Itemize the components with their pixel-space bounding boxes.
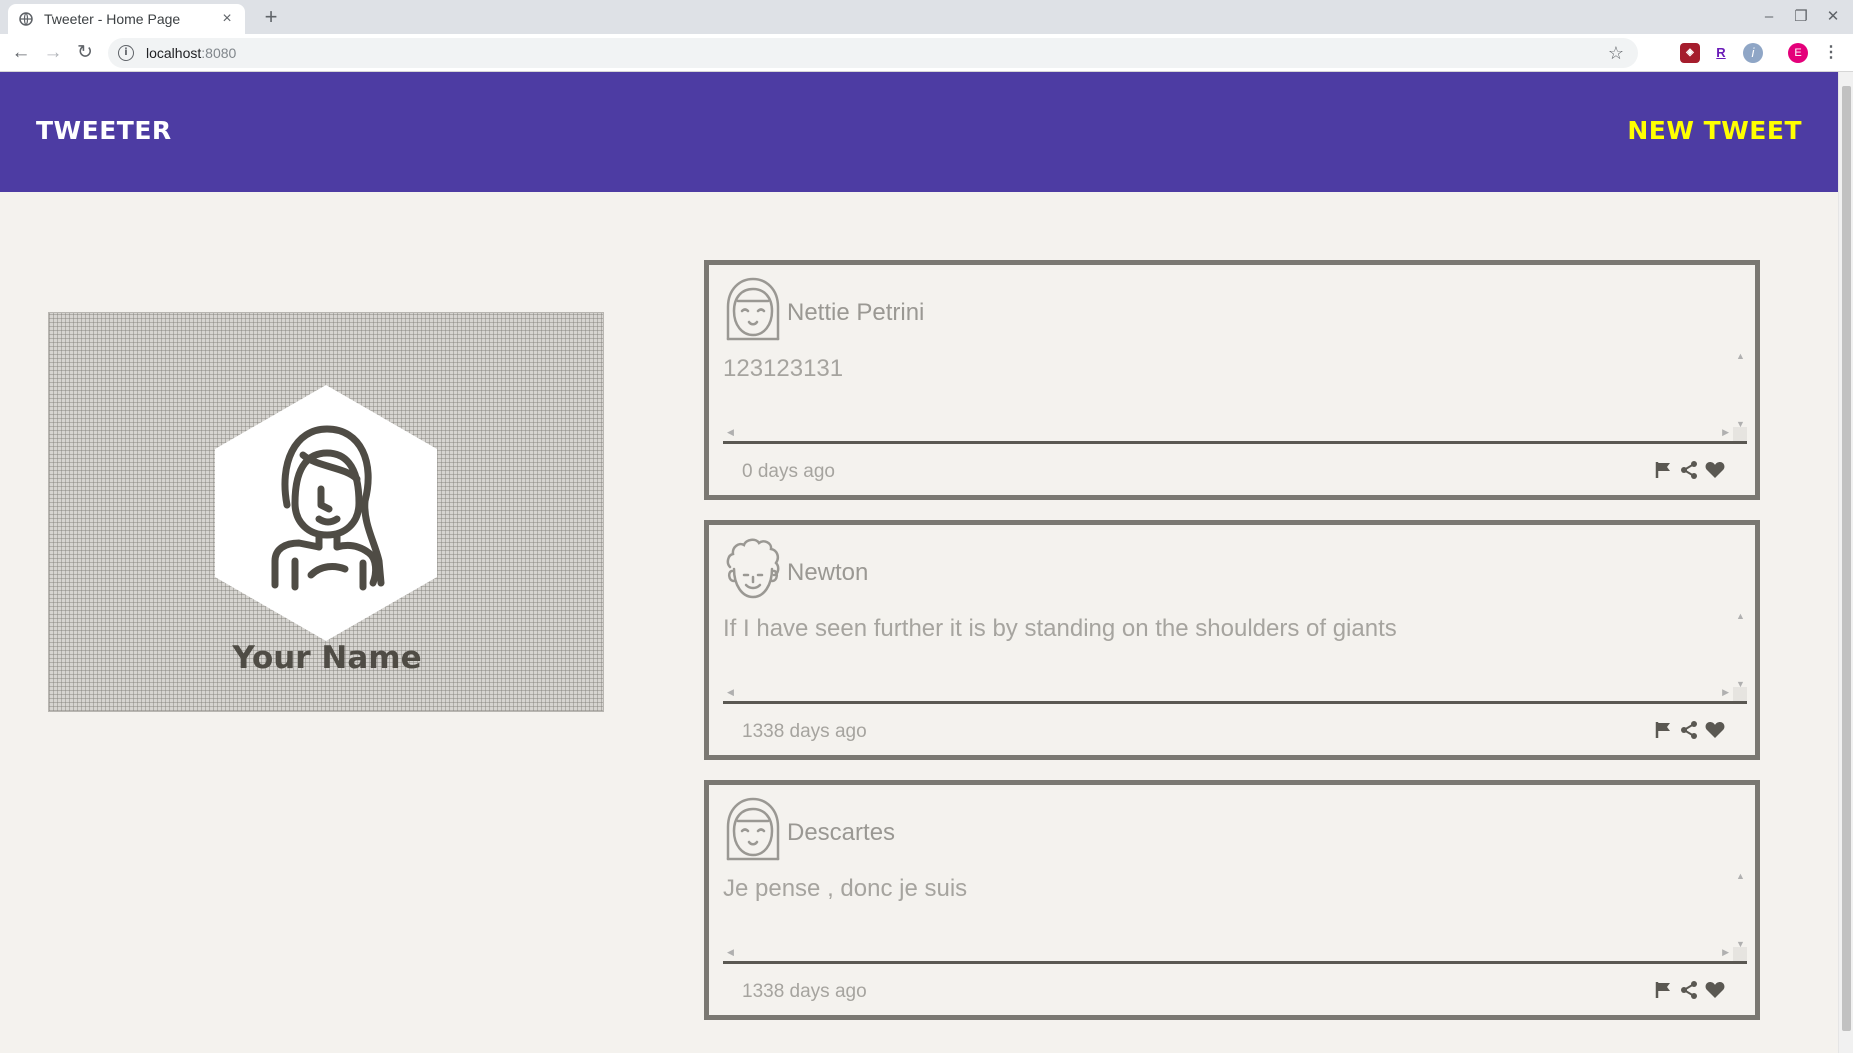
restore-icon[interactable]: ❐ <box>1790 6 1812 28</box>
site-info-icon[interactable]: i <box>118 45 134 61</box>
browser-tabstrip: Tweeter - Home Page × + – ❐ ✕ <box>0 0 1853 34</box>
tweet-text-area[interactable]: 123123131 ▲ ▼ ◀ ▶ <box>723 349 1747 444</box>
tweet-text: If I have seen further it is by standing… <box>723 615 1397 642</box>
tab-title: Tweeter - Home Page <box>44 11 181 27</box>
ublock-extension-icon[interactable]: ◈ <box>1680 43 1700 63</box>
globe-icon <box>18 11 34 27</box>
tweet-text-area[interactable]: Je pense , donc je suis ▲ ▼ ◀ ▶ <box>723 869 1747 964</box>
tweet-text-area[interactable]: If I have seen further it is by standing… <box>723 609 1747 704</box>
horizontal-scrollbar[interactable]: ◀ ▶ <box>723 687 1733 701</box>
tweet-text: 123123131 <box>723 355 844 382</box>
tweet-actions <box>1653 979 1725 1001</box>
scroll-corner <box>1733 427 1747 441</box>
tweet-text: Je pense , donc je suis <box>723 875 968 902</box>
flag-icon[interactable] <box>1653 459 1673 481</box>
scroll-corner <box>1733 687 1747 701</box>
reload-icon[interactable]: ↻ <box>73 41 97 65</box>
tweet-author: Newton <box>787 559 869 586</box>
profile-name: Your Name <box>232 640 422 676</box>
profile-avatar-icon[interactable]: E <box>1788 43 1808 63</box>
close-tab-icon[interactable]: × <box>219 11 235 27</box>
bookmark-star-icon[interactable]: ☆ <box>1608 43 1624 64</box>
tweet-card: Nettie Petrini 123123131 ▲ ▼ ◀ ▶ 0 days ag… <box>704 260 1760 500</box>
minimize-icon[interactable]: – <box>1758 6 1780 28</box>
tweet-timestamp: 0 days ago <box>742 461 835 482</box>
share-icon[interactable] <box>1679 979 1699 1001</box>
page-scrollbar[interactable] <box>1838 72 1853 1053</box>
heart-icon[interactable] <box>1705 979 1725 1001</box>
forward-icon[interactable]: → <box>41 41 65 65</box>
page-scrollbar-thumb[interactable] <box>1842 86 1851 1031</box>
profile-card: Your Name <box>48 312 604 712</box>
address-bar[interactable]: i localhost:8080 ☆ <box>108 38 1638 68</box>
horizontal-scrollbar[interactable]: ◀ ▶ <box>723 427 1733 441</box>
share-icon[interactable] <box>1679 719 1699 741</box>
extension-icon[interactable]: i <box>1743 43 1763 63</box>
tweet-timestamp: 1338 days ago <box>742 721 867 742</box>
back-icon[interactable]: ← <box>9 41 33 65</box>
scroll-corner <box>1733 947 1747 961</box>
site-navbar: TWEETER NEW TWEET <box>0 72 1838 192</box>
curly-hair-man-avatar-icon <box>726 538 780 599</box>
close-window-icon[interactable]: ✕ <box>1822 6 1844 28</box>
flag-icon[interactable] <box>1653 719 1673 741</box>
browser-toolbar: ← → ↻ i localhost:8080 ☆ <box>0 34 1853 72</box>
tweet-timestamp: 1338 days ago <box>742 981 867 1002</box>
new-tab-icon[interactable]: + <box>259 6 283 30</box>
user-avatar-icon <box>271 425 385 591</box>
tweet-author: Descartes <box>787 819 896 846</box>
tweet-author: Nettie Petrini <box>787 299 925 326</box>
horizontal-scrollbar[interactable]: ◀ ▶ <box>723 947 1733 961</box>
heart-icon[interactable] <box>1705 459 1725 481</box>
r-extension-icon[interactable]: R <box>1711 43 1731 63</box>
tweet-actions <box>1653 459 1725 481</box>
page: TWEETER NEW TWEET Your Name Nettie Petri… <box>0 72 1838 1053</box>
new-tweet-button[interactable]: NEW TWEET <box>1627 116 1802 145</box>
woman-avatar-icon <box>726 277 780 341</box>
flag-icon[interactable] <box>1653 979 1673 1001</box>
brand-logo[interactable]: TWEETER <box>36 116 172 145</box>
browser-menu-icon[interactable]: ⋮ <box>1821 43 1841 63</box>
tweet-card: Newton If I have seen further it is by s… <box>704 520 1760 760</box>
heart-icon[interactable] <box>1705 719 1725 741</box>
share-icon[interactable] <box>1679 459 1699 481</box>
tweet-actions <box>1653 719 1725 741</box>
woman-avatar-icon <box>726 797 780 861</box>
url-text: localhost:8080 <box>146 45 237 61</box>
tweet-card: Descartes Je pense , donc je suis ▲ ▼ ◀ ▶ … <box>704 780 1760 1020</box>
browser-tab[interactable]: Tweeter - Home Page × <box>8 4 245 34</box>
